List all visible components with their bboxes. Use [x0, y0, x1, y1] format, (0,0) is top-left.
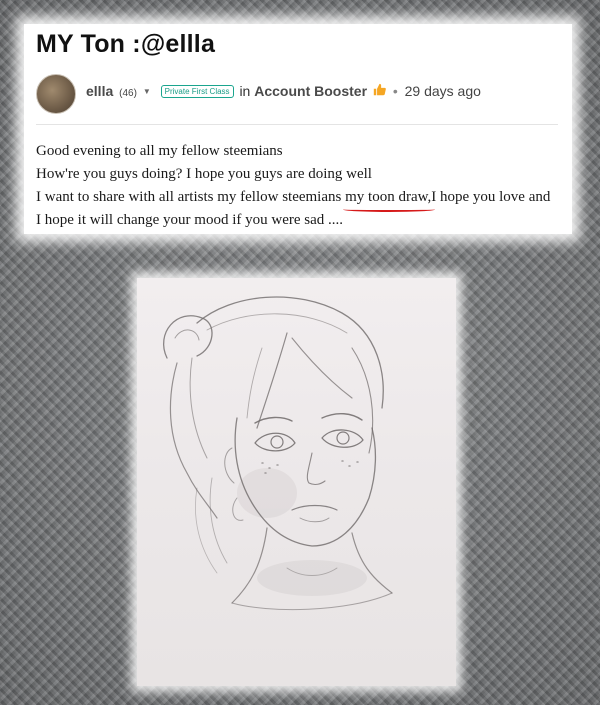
body-text-segment: I want to share with all artists my fell… — [36, 189, 346, 205]
highlighted-phrase: my toon draw, — [343, 186, 436, 212]
post-card: MY Ton :@ellla ellla (46) ▼ Private Firs… — [24, 24, 572, 234]
post-meta: ellla (46) ▼ Private First Class in Acco… — [36, 72, 556, 114]
author-reputation: (46) — [119, 88, 137, 99]
avatar[interactable] — [36, 74, 76, 114]
rank-badge: Private First Class — [160, 85, 234, 98]
body-line: I want to share with all artists my fell… — [36, 186, 558, 232]
in-label: in — [239, 83, 251, 99]
body-line: Good evening to all my fellow steemians — [36, 143, 283, 159]
author-name[interactable]: ellla — [86, 83, 113, 99]
author-line: ellla (46) ▼ Private First Class in Acco… — [86, 83, 481, 99]
divider — [36, 124, 558, 125]
post-time[interactable]: 29 days ago — [405, 83, 481, 99]
community-link[interactable]: Account Booster — [254, 83, 367, 99]
pencil-sketch-illustration — [162, 296, 393, 611]
chevron-down-icon[interactable]: ▼ — [143, 87, 151, 96]
post-body: Good evening to all my fellow steemians … — [36, 140, 558, 232]
sketch-image — [137, 278, 456, 686]
separator-dot: • — [392, 83, 398, 99]
post-title: MY Ton :@ellla — [36, 30, 216, 58]
body-line: How're you guys doing? I hope you guys a… — [36, 166, 372, 182]
thumbs-up-icon — [373, 83, 386, 99]
